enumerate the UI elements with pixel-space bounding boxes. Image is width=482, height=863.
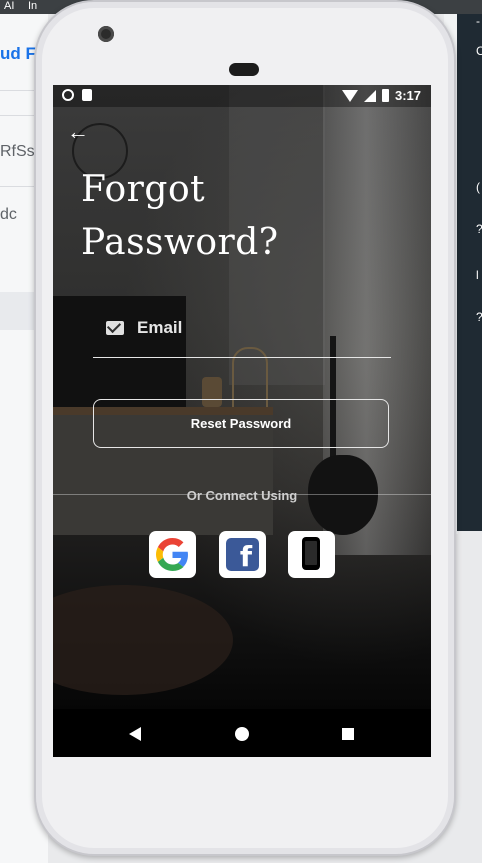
- page-title-line-1: Forgot: [81, 169, 206, 210]
- mail-icon: [106, 321, 124, 335]
- browser-tab-label: In: [28, 0, 38, 12]
- background-glyph: ?: [476, 310, 482, 324]
- reset-password-button[interactable]: Reset Password: [93, 399, 389, 448]
- browser-tab-in[interactable]: In: [28, 0, 37, 14]
- nav-back-icon[interactable]: [129, 727, 141, 741]
- facebook-icon: f: [226, 538, 259, 573]
- facebook-login-button[interactable]: f: [219, 531, 266, 578]
- nav-recents-icon[interactable]: [342, 728, 354, 740]
- background-text-fragment: dc: [0, 206, 17, 223]
- background-glyph: C: [476, 44, 482, 58]
- mobile-phone-icon: [302, 537, 320, 570]
- android-status-bar: 3:17: [53, 85, 431, 107]
- background-glyph: l: [476, 268, 479, 282]
- back-arrow-icon[interactable]: ←: [67, 121, 89, 143]
- status-time: 3:17: [394, 88, 421, 103]
- page-title: Forgot Password?: [81, 163, 401, 269]
- background-rug: [53, 585, 233, 695]
- app-screen: 3:17 ← Forgot Password? Reset Password O…: [53, 85, 431, 757]
- email-field: [93, 310, 391, 358]
- android-nav-bar: [53, 709, 431, 757]
- or-connect-label-wrap: Or Connect Using: [53, 487, 431, 505]
- or-connect-label: Or Connect Using: [186, 488, 298, 503]
- browser-tab-ai[interactable]: AI: [4, 0, 14, 14]
- sd-card-icon: [82, 89, 92, 101]
- google-login-button[interactable]: [149, 531, 196, 578]
- email-input[interactable]: [135, 314, 379, 342]
- browser-tab-label: AI: [4, 0, 15, 12]
- battery-icon: [381, 89, 389, 102]
- wifi-icon: [341, 89, 358, 102]
- nav-home-icon[interactable]: [235, 727, 249, 741]
- background-glyph: ?: [476, 222, 482, 236]
- front-camera: [98, 26, 114, 42]
- cell-signal-icon: [363, 89, 376, 102]
- background-text-fragment: RfSs: [0, 143, 35, 160]
- google-icon: [156, 538, 188, 571]
- notification-circle-icon: [62, 89, 74, 101]
- phone-login-button[interactable]: [288, 531, 335, 578]
- background-glyph: -: [476, 14, 480, 28]
- background-glyph: (: [476, 180, 480, 194]
- earpiece-speaker: [229, 63, 259, 76]
- page-title-line-2: Password?: [81, 222, 279, 263]
